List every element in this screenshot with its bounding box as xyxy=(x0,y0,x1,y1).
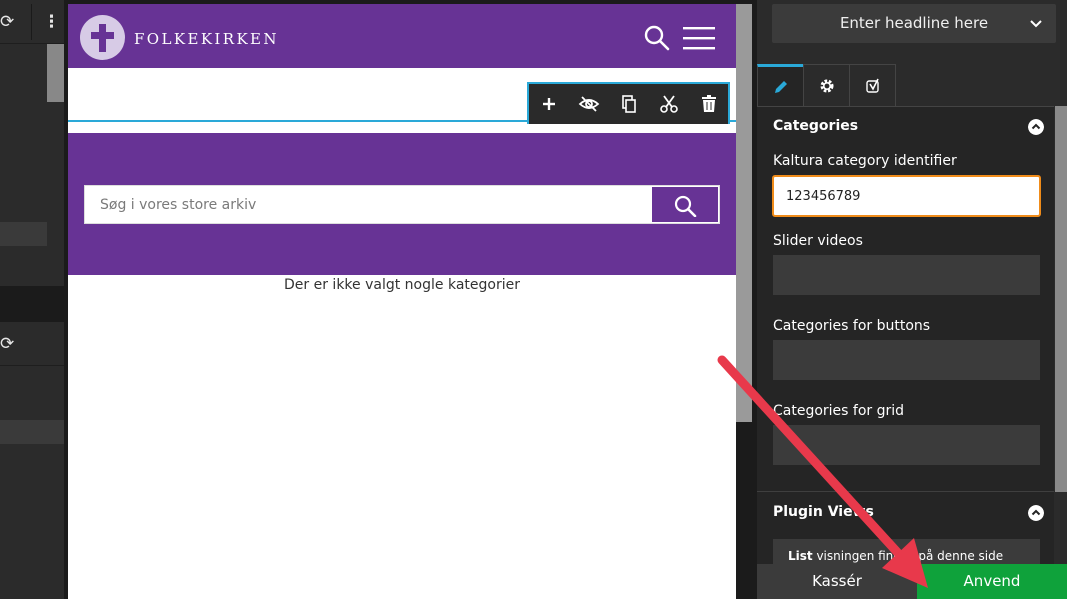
panel-tabs xyxy=(757,64,1067,106)
buttons-categories-field[interactable] xyxy=(773,340,1040,380)
plugin-view-list-name: List xyxy=(788,549,813,563)
duplicate-icon[interactable] xyxy=(618,93,640,115)
archive-search-input[interactable] xyxy=(85,186,651,223)
collapse-icon[interactable] xyxy=(1028,119,1044,135)
discard-button[interactable]: Kassér xyxy=(757,564,917,599)
left-panel-2-toolbar: ⟳ xyxy=(0,322,64,366)
collapse-icon[interactable] xyxy=(1028,505,1044,521)
search-icon xyxy=(674,195,697,217)
block-toolbar xyxy=(527,82,730,124)
plugin-view-list-text: visningen findes på denne side xyxy=(812,549,1004,563)
buttons-categories-label: Categories for buttons xyxy=(773,318,931,334)
yoast-icon xyxy=(865,78,879,93)
refresh-icon[interactable]: ⟳ xyxy=(0,12,14,32)
panel-body: Categories Kaltura category identifier S… xyxy=(757,106,1054,564)
headline-placeholder: Enter headline here xyxy=(839,14,989,32)
empty-state-message: Der er ikke valgt nogle kategorier xyxy=(284,277,520,293)
archive-search-box xyxy=(84,185,720,224)
search-section xyxy=(68,133,736,275)
plugin-view-list-info: List visningen findes på denne side xyxy=(773,539,1040,564)
left-panel-top: ⟳ ⋮ xyxy=(0,0,64,286)
left-panel-row[interactable] xyxy=(0,222,47,246)
chevron-down-icon xyxy=(1030,20,1042,28)
tab-edit[interactable] xyxy=(757,64,804,106)
grid-categories-field[interactable] xyxy=(773,425,1040,465)
search-icon[interactable] xyxy=(644,25,670,51)
section-divider xyxy=(757,491,1054,492)
hamburger-menu-icon[interactable] xyxy=(683,26,715,50)
slider-videos-label: Slider videos xyxy=(773,233,863,249)
left-panel-row[interactable] xyxy=(0,420,64,444)
site-name: FOLKEKIRKEN xyxy=(134,30,279,48)
trash-icon[interactable] xyxy=(698,93,720,115)
grid-categories-label: Categories for grid xyxy=(773,403,905,419)
refresh-icon[interactable]: ⟳ xyxy=(0,334,14,354)
cut-icon[interactable] xyxy=(658,93,680,115)
panel-scrollbar[interactable] xyxy=(1055,106,1067,492)
archive-search-button[interactable] xyxy=(651,186,719,223)
tab-settings[interactable] xyxy=(803,64,850,106)
left-panel-scrollbar[interactable] xyxy=(47,44,64,102)
cross-logo-icon xyxy=(91,24,114,52)
gear-icon xyxy=(820,79,833,92)
preview-scrollbar[interactable] xyxy=(736,4,752,422)
slider-videos-field[interactable] xyxy=(773,255,1040,295)
apply-button[interactable]: Anvend xyxy=(917,564,1067,599)
kaltura-category-input[interactable] xyxy=(772,175,1041,217)
pencil-icon xyxy=(774,80,787,93)
page-preview: FOLKEKIRKEN Søg i vores store arkiv Der … xyxy=(68,4,736,599)
headline-select[interactable]: Enter headline here xyxy=(772,4,1056,43)
plugin-views-section-title: Plugin Views xyxy=(773,504,874,520)
hide-icon[interactable] xyxy=(578,93,600,115)
add-icon[interactable] xyxy=(538,93,560,115)
tab-seo[interactable] xyxy=(849,64,896,106)
toolbar-divider xyxy=(31,4,32,40)
block-settings-panel: Enter headline here Categories Kaltura c… xyxy=(757,0,1067,599)
left-panel-bottom: ⟳ xyxy=(0,322,64,599)
left-panel-toolbar: ⟳ ⋮ xyxy=(0,0,64,44)
kaltura-label: Kaltura category identifier xyxy=(773,153,957,169)
site-header: FOLKEKIRKEN xyxy=(68,4,736,68)
categories-section-title: Categories xyxy=(773,118,859,134)
more-options-icon[interactable]: ⋮ xyxy=(43,12,60,32)
